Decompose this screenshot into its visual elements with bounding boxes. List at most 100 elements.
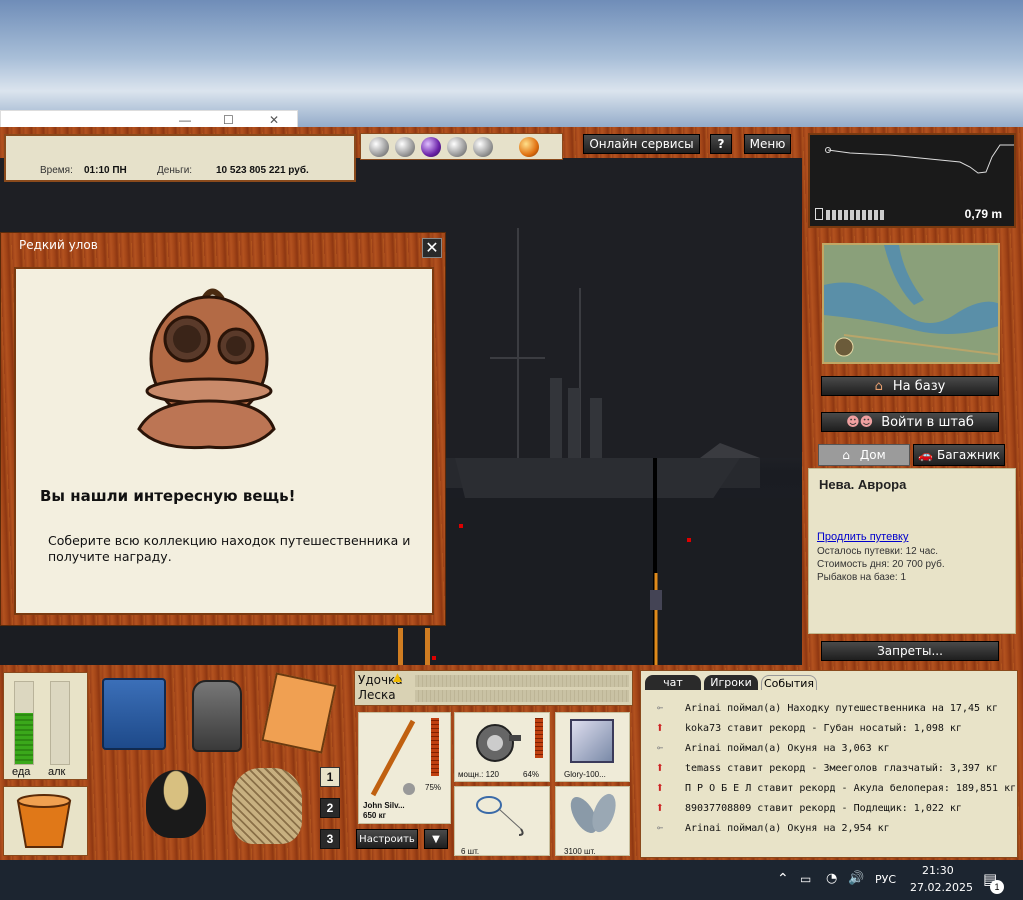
battery-icon[interactable]: ▭ bbox=[800, 872, 811, 886]
alcohol-meter bbox=[50, 681, 70, 765]
to-base-button[interactable]: ⌂ На базу bbox=[821, 376, 999, 396]
enter-hq-button[interactable]: ☻☻ Войти в штаб bbox=[821, 412, 999, 432]
depth-value: 0,79 m bbox=[964, 207, 1002, 221]
river-map bbox=[824, 245, 998, 362]
money-label: Деньги: bbox=[157, 165, 193, 176]
tab-events[interactable]: События bbox=[761, 675, 817, 690]
bait-count: 3100 шт. bbox=[564, 847, 596, 856]
help-button[interactable]: ? bbox=[710, 134, 732, 154]
permit-remaining: Осталось путевки: 12 час. bbox=[817, 546, 939, 557]
line-name: Glory-100... bbox=[564, 770, 606, 779]
time-label: Время: bbox=[40, 165, 73, 176]
maximize-icon[interactable]: ☐ bbox=[223, 113, 234, 127]
list-item: ⬆ koka73 ставит рекорд - Губан носатый: 1… bbox=[641, 718, 1017, 738]
reel-slot[interactable]: мощн.: 120 64% bbox=[454, 712, 550, 782]
time-value: 01:10 ПН bbox=[84, 165, 127, 176]
diving-helmet-icon bbox=[137, 288, 276, 450]
warning-icon: ▲ bbox=[390, 669, 405, 686]
hook-icon: ⟜ bbox=[656, 702, 664, 714]
fish-keepnet-icon[interactable] bbox=[232, 768, 302, 844]
popup-headline: Вы нашли интересную вещь! bbox=[40, 487, 296, 505]
popup-body: Соберите всю коллекцию находок путешеств… bbox=[48, 533, 411, 564]
popup-close-button[interactable]: ✕ bbox=[422, 238, 442, 258]
reel-power: мощн.: 120 bbox=[458, 770, 499, 779]
chevron-up-icon[interactable]: ⌃ bbox=[777, 871, 789, 887]
events-list: ⟜ Arinai поймал(а) Находку путешественник… bbox=[641, 698, 1017, 838]
hook-slot[interactable]: 6 шт. bbox=[454, 786, 550, 856]
rod-percent: 75% bbox=[425, 783, 442, 792]
rod-name: John Silv... bbox=[363, 801, 405, 810]
car-icon: 🚗 bbox=[918, 448, 933, 462]
potion-icon[interactable] bbox=[447, 136, 467, 157]
location-map[interactable] bbox=[822, 243, 1000, 364]
events-panel: чат Игроки События ⟜ Arinai поймал(а) Нах… bbox=[640, 670, 1018, 858]
slot-3-button[interactable]: 3 bbox=[320, 829, 340, 849]
backpack-icon[interactable] bbox=[192, 680, 242, 752]
battery-icon bbox=[815, 208, 823, 220]
setup-dropdown-button[interactable]: ▼ bbox=[424, 829, 448, 849]
food-label: еда bbox=[12, 766, 31, 778]
language-indicator[interactable]: РУС bbox=[875, 873, 896, 886]
menu-button[interactable]: Меню bbox=[744, 134, 791, 154]
close-icon[interactable]: ✕ bbox=[269, 113, 279, 127]
rod-icon bbox=[370, 719, 416, 797]
list-item: ⬆ 89037708809 ставит рекорд - Подлещик: 1… bbox=[641, 798, 1017, 818]
line-slot[interactable]: Glory-100... bbox=[555, 712, 630, 782]
chevron-down-icon: ▼ bbox=[432, 833, 440, 845]
tab-trunk[interactable]: 🚗 Багажник bbox=[913, 444, 1005, 466]
meters-panel: еда алк bbox=[3, 672, 88, 780]
day-cost: Стоимость дня: 20 700 руб. bbox=[817, 559, 945, 570]
house-icon: ⌂ bbox=[874, 378, 883, 394]
tab-chat[interactable]: чат bbox=[645, 675, 701, 690]
home-icon: ⌂ bbox=[842, 448, 850, 462]
potion-icon[interactable] bbox=[473, 136, 493, 157]
bucket-icon bbox=[16, 794, 72, 848]
tab-players[interactable]: Игроки bbox=[704, 675, 758, 690]
wifi-icon[interactable]: ◔ bbox=[826, 871, 837, 886]
reel-icon bbox=[476, 724, 521, 762]
potion-icon[interactable] bbox=[395, 136, 415, 157]
hook-icon: ⟜ bbox=[656, 822, 664, 834]
popup-content: Вы нашли интересную вещь! Соберите всю к… bbox=[14, 267, 434, 615]
hook-count: 6 шт. bbox=[461, 847, 480, 856]
potion-icon[interactable] bbox=[369, 136, 389, 157]
volume-icon[interactable]: 🔊 bbox=[848, 871, 864, 886]
location-title: Нева. Аврора bbox=[819, 477, 907, 492]
minimize-icon[interactable]: — bbox=[179, 113, 191, 127]
list-item: ⟜ Arinai поймал(а) Окуня на 3,063 кг bbox=[641, 738, 1017, 758]
record-arrow-icon: ⬆ bbox=[655, 760, 665, 776]
feeder-hook-icon bbox=[476, 796, 524, 836]
hook-icon: ⟜ bbox=[656, 742, 664, 754]
extend-permit-link[interactable]: Продлить путевку bbox=[817, 531, 908, 543]
fish-bait-icon bbox=[570, 793, 616, 834]
taskbar: ⌃ ▭ ◔ 🔊 РУС 21:30 27.02.2025 ▤ 1 bbox=[0, 860, 1023, 900]
tension-panel: Удочка ▲ Леска bbox=[354, 669, 633, 706]
rod-slot[interactable]: 75% John Silv... 650 кг bbox=[358, 712, 451, 824]
bait-slot[interactable]: 3100 шт. bbox=[555, 786, 630, 856]
rare-catch-popup: Редкий улов ✕ Вы нашли интересную вещь! … bbox=[0, 232, 446, 626]
close-icon: ✕ bbox=[425, 240, 439, 257]
clock-date[interactable]: 27.02.2025 bbox=[910, 881, 973, 894]
people-icon: ☻☻ bbox=[846, 414, 874, 430]
location-info: Нева. Аврора Продлить путевку Осталось п… bbox=[808, 468, 1016, 634]
reel-wear-bar bbox=[535, 718, 543, 758]
clock-time[interactable]: 21:30 bbox=[922, 864, 954, 877]
line-spool-icon bbox=[570, 719, 614, 763]
line-label: Леска bbox=[358, 688, 396, 702]
tab-home[interactable]: ⌂ Дом bbox=[818, 444, 910, 466]
cooking-pot-icon[interactable] bbox=[146, 770, 206, 838]
food-meter-fill bbox=[15, 713, 33, 764]
bans-button[interactable]: Запреты... bbox=[821, 641, 999, 661]
hud-status: Время: 01:10 ПН Деньги: 10 523 805 221 р… bbox=[4, 134, 356, 182]
slot-2-button[interactable]: 2 bbox=[320, 798, 340, 818]
popup-title: Редкий улов bbox=[19, 238, 98, 252]
rod-tension-bar bbox=[415, 675, 629, 687]
list-item: ⟜ Arinai поймал(а) Окуня на 2,954 кг bbox=[641, 818, 1017, 838]
tackle-box-icon[interactable] bbox=[102, 678, 166, 750]
slot-1-button[interactable]: 1 bbox=[320, 767, 340, 787]
bucket-slot[interactable] bbox=[3, 786, 88, 856]
lure-icon[interactable] bbox=[519, 136, 539, 157]
potion-icon[interactable] bbox=[421, 136, 441, 157]
online-services-button[interactable]: Онлайн сервисы bbox=[583, 134, 700, 154]
setup-button[interactable]: Настроить bbox=[356, 829, 418, 849]
